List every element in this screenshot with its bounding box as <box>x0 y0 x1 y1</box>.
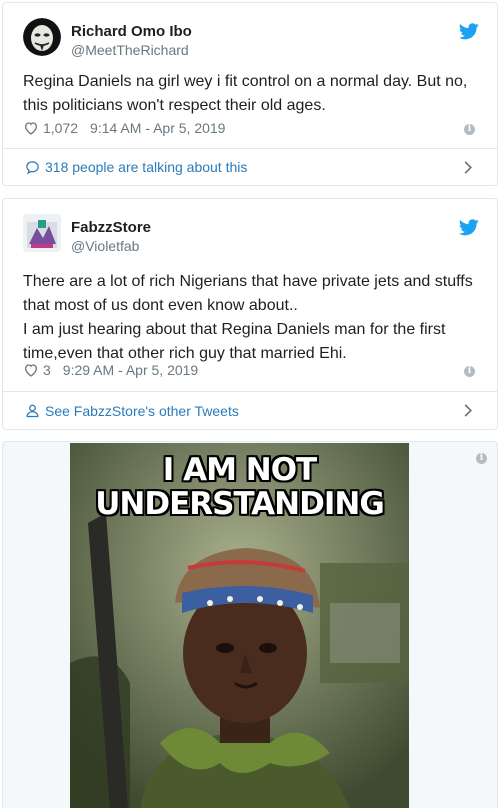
like-count[interactable]: 3 <box>43 362 51 378</box>
person-icon <box>26 404 39 418</box>
author-name[interactable]: Richard Omo Ibo <box>71 23 192 40</box>
author-name[interactable]: FabzzStore <box>71 219 151 236</box>
footer-label: 318 people are talking about this <box>45 159 248 175</box>
heart-icon[interactable] <box>23 120 39 136</box>
tweet-card: Richard Omo Ibo @MeetTheRichard Regina D… <box>2 2 498 186</box>
twitter-bird-icon[interactable] <box>459 219 479 236</box>
heart-icon[interactable] <box>23 362 39 378</box>
other-tweets-link[interactable]: See FabzzStore's other Tweets <box>3 391 497 429</box>
author-handle[interactable]: @MeetTheRichard <box>71 42 189 58</box>
tweet-text: Regina Daniels na girl wey i fit control… <box>23 73 468 114</box>
tweet-meta: 3 9:29 AM - Apr 5, 2019 <box>23 362 198 378</box>
twitter-bird-icon[interactable] <box>459 23 479 40</box>
avatar-image <box>23 214 61 252</box>
avatar[interactable] <box>23 18 61 56</box>
tweet-meta: 1,072 9:14 AM - Apr 5, 2019 <box>23 120 225 136</box>
chevron-right-icon <box>464 161 473 174</box>
tweet-text-line: I am just hearing about that Regina Dani… <box>23 321 446 362</box>
info-icon[interactable]: i <box>476 453 487 464</box>
meme-image[interactable]: I AM NOT UNDERSTANDING <box>70 443 409 808</box>
meme-caption-line: UNDERSTANDING <box>95 486 385 522</box>
conversation-link[interactable]: 318 people are talking about this <box>3 148 497 185</box>
tweet-card: FabzzStore @Violetfab There are a lot of… <box>2 198 498 430</box>
tweet-timestamp[interactable]: 9:29 AM - Apr 5, 2019 <box>63 362 198 378</box>
meme-caption-line: I AM NOT <box>162 452 317 488</box>
avatar-image <box>23 18 61 56</box>
tweet-text: There are a lot of rich Nigerians that h… <box>23 270 479 366</box>
footer-label: See FabzzStore's other Tweets <box>45 402 239 419</box>
chevron-right-icon <box>464 404 473 417</box>
media-card: i I AM NOT UNDERSTANDING <box>2 441 498 808</box>
avatar[interactable] <box>23 214 61 252</box>
comment-icon <box>26 160 39 175</box>
like-count[interactable]: 1,072 <box>43 120 78 136</box>
info-icon[interactable]: i <box>464 124 475 135</box>
tweet-timestamp[interactable]: 9:14 AM - Apr 5, 2019 <box>90 120 225 136</box>
info-icon[interactable]: i <box>464 366 475 377</box>
tweet-text-line: There are a lot of rich Nigerians that h… <box>23 273 473 314</box>
author-handle[interactable]: @Violetfab <box>71 238 139 254</box>
